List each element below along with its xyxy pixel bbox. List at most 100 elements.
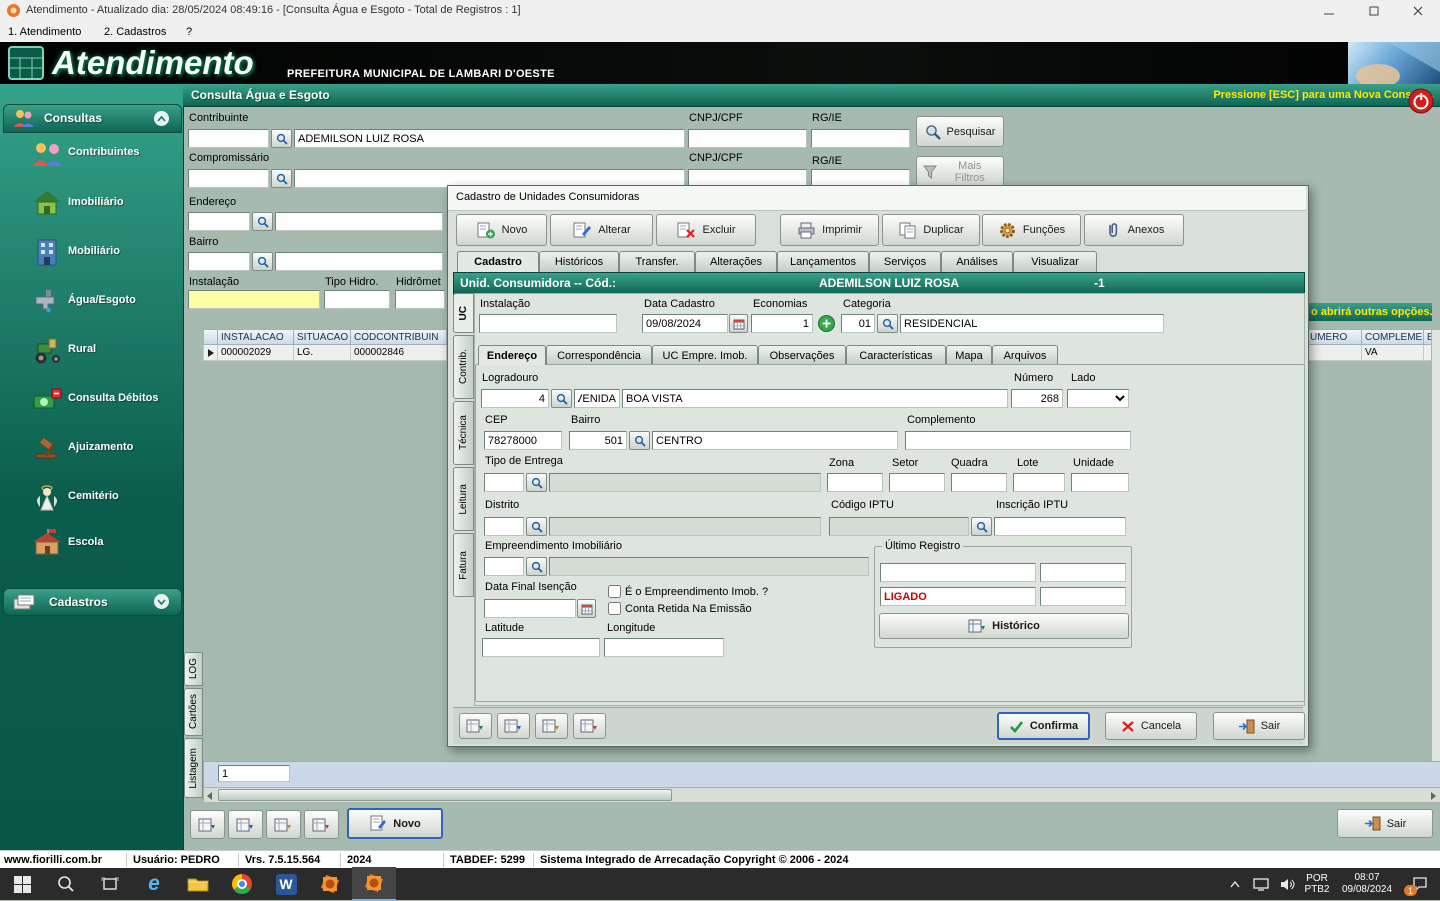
record-action-button-1[interactable]	[459, 713, 492, 739]
modal-excluir-button[interactable]: Excluir	[656, 214, 756, 246]
bairro-nome-input[interactable]	[652, 431, 898, 450]
fiorilli-app-icon-active[interactable]	[352, 867, 396, 901]
search-icon[interactable]	[526, 557, 547, 576]
logradouro-nome-input[interactable]	[622, 389, 1008, 408]
complemento-input[interactable]	[905, 431, 1131, 450]
logradouro-tipo-input[interactable]	[574, 389, 620, 408]
add-economia-icon[interactable]	[818, 315, 835, 335]
cell-codcontribuinte[interactable]: 000002846	[351, 345, 447, 361]
cnpj-cpf-input[interactable]	[688, 129, 807, 148]
menu-cadastros[interactable]: 2. Cadastros	[104, 26, 166, 38]
search-icon[interactable]	[526, 517, 547, 536]
sidebar-item-consulta-debitos[interactable]: Consulta Débitos	[3, 377, 180, 425]
record-action-button-4[interactable]	[304, 810, 339, 839]
unidade-input[interactable]	[1071, 473, 1129, 492]
search-icon[interactable]	[271, 169, 292, 188]
display-icon[interactable]	[1248, 868, 1274, 900]
empreendimento-checkbox[interactable]	[608, 585, 621, 598]
sidebar-item-agua-esgoto[interactable]: Água/Esgoto	[3, 279, 180, 327]
close-button[interactable]	[1396, 0, 1440, 22]
tab-uc[interactable]: UC	[453, 293, 474, 333]
distrito-desc-input[interactable]	[549, 517, 821, 536]
tab-log[interactable]: LOG	[184, 652, 203, 686]
latitude-input[interactable]	[482, 638, 600, 657]
rg-ie-input[interactable]	[811, 129, 910, 148]
contribuinte-code-input[interactable]	[188, 129, 269, 148]
menu-atendimento[interactable]: 1. Atendimento	[8, 26, 81, 38]
start-button[interactable]	[0, 868, 44, 900]
pesquisar-button[interactable]: Pesquisar	[916, 116, 1004, 147]
word-icon[interactable]: W	[264, 868, 308, 900]
endereco-code-input[interactable]	[188, 212, 250, 231]
tab-fatura[interactable]: Fatura	[453, 533, 474, 597]
modal-alterar-button[interactable]: Alterar	[550, 214, 653, 246]
ultimo-registro-data-input[interactable]	[880, 563, 1036, 582]
compromissario-code-input[interactable]	[188, 169, 269, 188]
calendar-icon[interactable]	[577, 599, 596, 618]
sidebar-item-escola[interactable]: Escola	[3, 521, 180, 569]
column-header-codcontribuinte[interactable]: CODCONTRIBUIN	[351, 329, 447, 345]
novo-button[interactable]: Novo	[347, 808, 443, 839]
tray-expand-icon[interactable]	[1222, 868, 1248, 900]
column-header-numero[interactable]: UMERO	[1307, 329, 1362, 345]
search-icon[interactable]	[252, 252, 273, 271]
bairro-code-input[interactable]	[569, 431, 627, 450]
sidebar-item-mobiliario[interactable]: Mobiliário	[3, 230, 180, 278]
data-final-isencao-input[interactable]	[484, 599, 576, 618]
tab-visualizar[interactable]: Visualizar	[1013, 251, 1097, 272]
menu-help[interactable]: ?	[186, 26, 192, 38]
modal-anexos-button[interactable]: Anexos	[1084, 214, 1184, 246]
record-action-button-3[interactable]	[535, 713, 568, 739]
column-header-complemento[interactable]: COMPLEME	[1362, 329, 1424, 345]
calendar-icon[interactable]	[729, 314, 748, 333]
logradouro-code-input[interactable]	[481, 389, 549, 408]
modal-novo-button[interactable]: Novo	[456, 214, 547, 246]
search-icon[interactable]	[252, 212, 273, 231]
subtab-mapa[interactable]: Mapa	[946, 345, 992, 365]
tab-lancamentos[interactable]: Lançamentos	[777, 251, 869, 272]
cep-input[interactable]	[484, 431, 562, 450]
vertical-scrollbar[interactable]	[1431, 329, 1440, 763]
setor-input[interactable]	[889, 473, 945, 492]
sidebar-item-imobiliario[interactable]: Imobiliário	[3, 181, 180, 229]
search-icon[interactable]	[877, 314, 898, 333]
sidebar-item-cemiterio[interactable]: Cemitério	[3, 475, 180, 523]
taskbar-search-icon[interactable]	[44, 868, 88, 900]
sidebar-section-cadastros[interactable]: Cadastros	[3, 588, 182, 616]
empreendimento-desc-input[interactable]	[549, 557, 869, 576]
distrito-code-input[interactable]	[484, 517, 524, 536]
tab-listagem[interactable]: Listagem	[184, 738, 203, 798]
ultimo-registro-extra-input[interactable]	[1040, 587, 1126, 606]
economias-input[interactable]	[751, 314, 813, 333]
subtab-uc-empre-imob[interactable]: UC Empre. Imob.	[652, 345, 758, 365]
categoria-code-input[interactable]	[841, 314, 875, 333]
language-indicator[interactable]: POR PTB2	[1300, 868, 1334, 900]
sidebar-item-rural[interactable]: Rural	[3, 328, 180, 376]
maximize-button[interactable]	[1351, 0, 1396, 22]
modal-duplicar-button[interactable]: Duplicar	[882, 214, 980, 246]
scroll-left-arrow[interactable]	[206, 791, 214, 803]
search-icon[interactable]	[526, 473, 547, 492]
modal-sair-button[interactable]: Sair	[1213, 712, 1305, 740]
quadra-input[interactable]	[951, 473, 1007, 492]
record-action-button-1[interactable]	[190, 810, 225, 839]
subtab-caracteristicas[interactable]: Características	[846, 345, 946, 365]
tab-servicos[interactable]: Serviços	[869, 251, 941, 272]
tab-historicos[interactable]: Históricos	[539, 251, 619, 272]
ligado-status-input[interactable]	[880, 587, 1036, 606]
chrome-icon[interactable]	[220, 868, 264, 900]
record-action-button-4[interactable]	[573, 713, 606, 739]
scroll-right-arrow[interactable]	[1430, 791, 1438, 803]
instalacao-input[interactable]	[188, 290, 320, 309]
tab-contrib[interactable]: Contrib.	[453, 335, 474, 399]
subtab-arquivos[interactable]: Arquivos	[992, 345, 1058, 365]
inscricao-iptu-input[interactable]	[994, 517, 1126, 536]
tab-analises[interactable]: Análises	[941, 251, 1013, 272]
subtab-observacoes[interactable]: Observações	[758, 345, 846, 365]
tab-cartoes[interactable]: Cartões	[184, 688, 203, 736]
sair-button[interactable]: Sair	[1337, 809, 1433, 838]
search-icon[interactable]	[551, 389, 572, 408]
tipo-entrega-desc-input[interactable]	[549, 473, 821, 492]
sidebar-item-ajuizamento[interactable]: Ajuizamento	[3, 426, 180, 474]
file-explorer-icon[interactable]	[176, 868, 220, 900]
